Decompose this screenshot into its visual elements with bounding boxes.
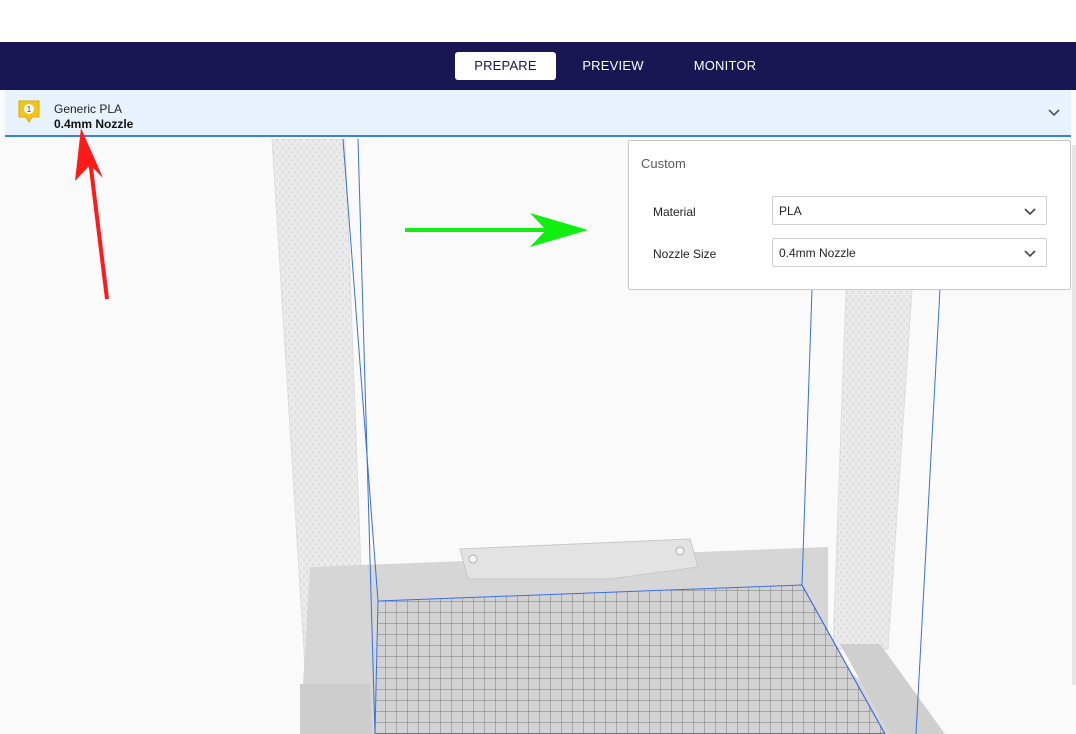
cura-window: PREPARE PREVIEW MONITOR 1 Generic PLA 0.… xyxy=(0,0,1076,734)
red-arrow-icon xyxy=(75,128,109,300)
green-arrow-icon xyxy=(405,213,588,247)
annotation-overlay xyxy=(75,128,588,300)
